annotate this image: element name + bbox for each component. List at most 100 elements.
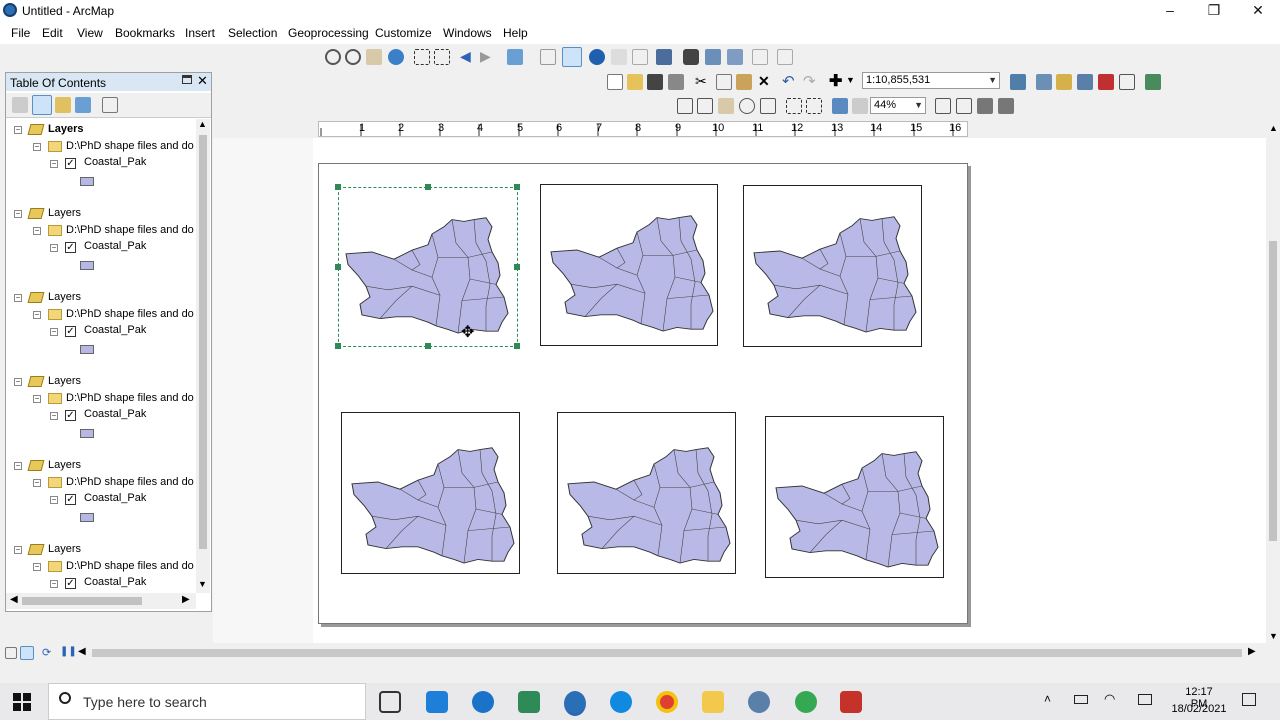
select-elements-arrow-icon[interactable] (562, 47, 582, 67)
html-popup-icon[interactable] (632, 49, 648, 65)
data-frame-5[interactable] (557, 412, 736, 574)
restore-button[interactable]: ❐ (1192, 0, 1236, 22)
powerpoint-icon[interactable] (840, 691, 862, 713)
editor-toolbar-icon[interactable] (1010, 74, 1026, 90)
layout-vertical-scrollbar[interactable]: ▲ ▼ (1266, 121, 1280, 643)
collapse-icon[interactable]: − (33, 479, 41, 487)
settings-app-icon[interactable] (426, 691, 448, 713)
notifications-icon[interactable] (1242, 693, 1256, 706)
layer-visibility-checkbox[interactable]: ✓ (65, 242, 76, 253)
resize-handle[interactable] (335, 264, 341, 270)
zoom-whole-page-icon[interactable] (739, 98, 755, 114)
layout-back-icon[interactable] (832, 98, 848, 114)
scroll-down-icon[interactable]: ▼ (1269, 631, 1278, 641)
source-folder-label[interactable]: D:\PhD shape files and do (66, 308, 194, 324)
python-window-icon[interactable] (1119, 74, 1135, 90)
toc-window-icon[interactable] (1036, 74, 1052, 90)
time-slider-icon[interactable] (752, 49, 768, 65)
dataframe-label[interactable]: Layers (48, 207, 81, 223)
create-viewer-icon[interactable] (777, 49, 793, 65)
fixed-zoom-out-icon[interactable] (434, 49, 450, 65)
layer-name[interactable]: Coastal_Pak (84, 408, 146, 424)
layer-name[interactable]: Coastal_Pak (84, 240, 146, 256)
collapse-icon[interactable]: − (50, 160, 58, 168)
map-scale-combo[interactable]: 1:10,855,531 ▼ (862, 72, 1000, 89)
source-folder-label[interactable]: D:\PhD shape files and do (66, 224, 194, 240)
chrome-icon[interactable] (656, 691, 678, 713)
focus-data-frame-icon[interactable] (956, 98, 972, 114)
source-folder-label[interactable]: D:\PhD shape files and do (66, 560, 194, 576)
collapse-icon[interactable]: − (14, 462, 22, 470)
back-arrow-icon[interactable]: ◀ (460, 48, 471, 65)
find-binoculars-icon[interactable] (683, 49, 699, 65)
data-frame-3[interactable] (743, 185, 922, 347)
layer-symbol-swatch[interactable] (80, 513, 94, 522)
collapse-icon[interactable]: − (50, 412, 58, 420)
edge-browser-icon[interactable] (610, 691, 632, 713)
collapse-icon[interactable]: − (50, 244, 58, 252)
toc-options-icon[interactable] (102, 97, 118, 113)
layout-vscroll-thumb[interactable] (1269, 241, 1277, 541)
pause-drawing-icon[interactable]: ❚❚ (60, 646, 77, 657)
scroll-left-icon[interactable]: ◀ (10, 594, 18, 605)
battery-icon[interactable] (1074, 695, 1088, 704)
paste-icon[interactable] (736, 74, 752, 90)
toggle-draft-mode-icon[interactable] (935, 98, 951, 114)
resize-handle[interactable] (514, 264, 520, 270)
zoom-in-icon[interactable] (325, 49, 341, 65)
data-frame-2[interactable] (540, 184, 718, 346)
collapse-icon[interactable]: − (50, 580, 58, 588)
list-by-source-icon[interactable] (32, 95, 52, 115)
layout-zoom-combo[interactable]: 44% ▼ (870, 97, 926, 114)
chrome-profile-icon[interactable] (795, 691, 817, 713)
collapse-icon[interactable]: − (50, 496, 58, 504)
modelbuilder-icon[interactable] (1145, 74, 1161, 90)
fixed-zoom-in-icon[interactable] (414, 49, 430, 65)
measure-icon[interactable] (656, 49, 672, 65)
task-view-icon[interactable] (379, 691, 401, 713)
dataframe-label[interactable]: Layers (48, 459, 81, 475)
layer-visibility-checkbox[interactable]: ✓ (65, 410, 76, 421)
select-features-icon[interactable] (507, 49, 523, 65)
layer-name[interactable]: Coastal_Pak (84, 156, 146, 172)
terminal-app-icon[interactable] (518, 691, 540, 713)
source-folder-label[interactable]: D:\PhD shape files and do (66, 476, 194, 492)
identify-icon[interactable] (589, 49, 605, 65)
print-icon[interactable] (668, 74, 684, 90)
list-by-visibility-icon[interactable] (55, 97, 71, 113)
layer-symbol-swatch[interactable] (80, 429, 94, 438)
catalog-window-icon[interactable] (1056, 74, 1072, 90)
selection-box[interactable] (338, 187, 518, 347)
collapse-icon[interactable]: − (33, 227, 41, 235)
data-frame-6[interactable] (765, 416, 944, 578)
layout-fixed-zoom-out-icon[interactable] (806, 98, 822, 114)
layer-visibility-checkbox[interactable]: ✓ (65, 578, 76, 589)
minimize-button[interactable]: – (1148, 0, 1192, 22)
menu-view[interactable]: View (77, 26, 103, 40)
search-window-icon[interactable] (1077, 74, 1093, 90)
arccatalog-icon[interactable] (748, 691, 770, 713)
copy-icon[interactable] (716, 74, 732, 90)
collapse-icon[interactable]: − (50, 328, 58, 336)
layout-fixed-zoom-in-icon[interactable] (786, 98, 802, 114)
source-folder-label[interactable]: D:\PhD shape files and do (66, 392, 194, 408)
clock-date[interactable]: 18/02/2021 (1170, 703, 1228, 715)
arcmap-taskbar-icon[interactable] (564, 691, 586, 716)
delete-x-icon[interactable]: ✕ (758, 73, 770, 90)
layer-name[interactable]: Coastal_Pak (84, 492, 146, 508)
resize-handle[interactable] (335, 343, 341, 349)
collapse-icon[interactable]: − (14, 294, 22, 302)
taskbar-search-box[interactable]: Type here to search (48, 683, 366, 720)
resize-handle[interactable] (514, 343, 520, 349)
layer-name[interactable]: Coastal_Pak (84, 324, 146, 340)
clear-selection-icon[interactable] (540, 49, 556, 65)
collapse-icon[interactable]: − (14, 378, 22, 386)
collapse-icon[interactable]: − (33, 143, 41, 151)
new-document-icon[interactable] (607, 74, 623, 90)
undo-icon[interactable]: ↶ (782, 72, 795, 90)
file-explorer-icon[interactable] (702, 691, 724, 713)
collapse-icon[interactable]: − (14, 546, 22, 554)
collapse-icon[interactable]: − (33, 563, 41, 571)
menu-bookmarks[interactable]: Bookmarks (115, 26, 175, 40)
layer-symbol-swatch[interactable] (80, 345, 94, 354)
